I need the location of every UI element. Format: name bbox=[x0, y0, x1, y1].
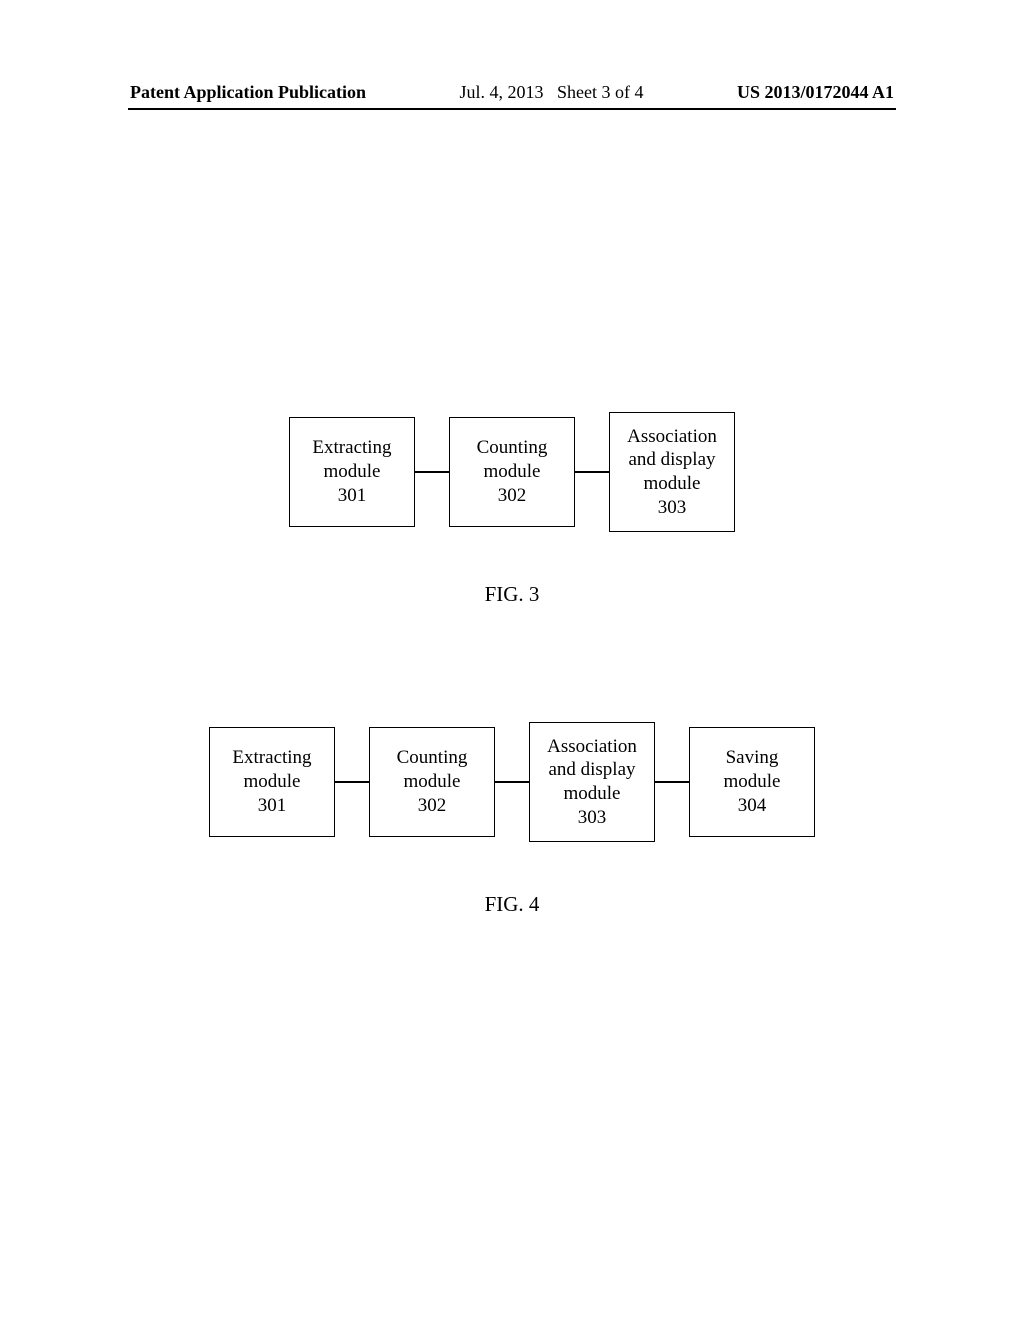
module-line1: Association bbox=[627, 425, 717, 449]
module-line2: module bbox=[404, 770, 461, 794]
module-line2: module bbox=[244, 770, 301, 794]
module-line2: module bbox=[324, 460, 381, 484]
module-line1: Counting bbox=[397, 746, 468, 770]
association-display-module-box: Association and display module 303 bbox=[609, 412, 735, 532]
figure-3-label: FIG. 3 bbox=[485, 582, 540, 607]
module-line2: and display bbox=[548, 758, 635, 782]
connector-line bbox=[335, 781, 369, 783]
module-num: 301 bbox=[258, 794, 287, 818]
module-num: 304 bbox=[738, 794, 767, 818]
header-publication-number: US 2013/0172044 A1 bbox=[737, 82, 894, 103]
figure-3-diagram: Extracting module 301 Counting module 30… bbox=[289, 412, 735, 532]
counting-module-box: Counting module 302 bbox=[449, 417, 575, 527]
module-line3: module bbox=[644, 472, 701, 496]
header-date: Jul. 4, 2013 bbox=[460, 82, 544, 102]
module-line2: module bbox=[724, 770, 781, 794]
module-line3: module bbox=[564, 782, 621, 806]
figure-3: Extracting module 301 Counting module 30… bbox=[0, 412, 1024, 607]
module-num: 303 bbox=[578, 806, 607, 830]
header-date-sheet: Jul. 4, 2013 Sheet 3 of 4 bbox=[460, 82, 644, 103]
header-divider bbox=[128, 108, 896, 110]
extracting-module-box: Extracting module 301 bbox=[209, 727, 335, 837]
module-line1: Extracting bbox=[312, 436, 391, 460]
connector-line bbox=[655, 781, 689, 783]
module-num: 301 bbox=[338, 484, 367, 508]
figure-4-label: FIG. 4 bbox=[485, 892, 540, 917]
module-line2: module bbox=[484, 460, 541, 484]
page-header: Patent Application Publication Jul. 4, 2… bbox=[0, 82, 1024, 103]
module-num: 302 bbox=[418, 794, 447, 818]
module-line1: Saving bbox=[726, 746, 779, 770]
connector-line bbox=[575, 471, 609, 473]
saving-module-box: Saving module 304 bbox=[689, 727, 815, 837]
module-line1: Counting bbox=[477, 436, 548, 460]
module-line2: and display bbox=[628, 448, 715, 472]
figure-4-diagram: Extracting module 301 Counting module 30… bbox=[209, 722, 815, 842]
module-num: 303 bbox=[658, 496, 687, 520]
module-num: 302 bbox=[498, 484, 527, 508]
counting-module-box: Counting module 302 bbox=[369, 727, 495, 837]
extracting-module-box: Extracting module 301 bbox=[289, 417, 415, 527]
header-sheet: Sheet 3 of 4 bbox=[557, 82, 643, 102]
figure-4: Extracting module 301 Counting module 30… bbox=[0, 722, 1024, 917]
module-line1: Extracting bbox=[232, 746, 311, 770]
module-line1: Association bbox=[547, 735, 637, 759]
association-display-module-box: Association and display module 303 bbox=[529, 722, 655, 842]
connector-line bbox=[415, 471, 449, 473]
connector-line bbox=[495, 781, 529, 783]
header-publication-type: Patent Application Publication bbox=[130, 82, 366, 103]
